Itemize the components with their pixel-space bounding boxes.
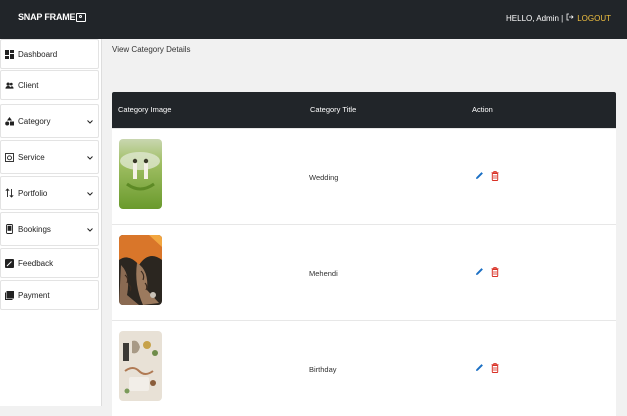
table-header: Category Image Category Title Action (112, 92, 616, 128)
category-title: Birthday (309, 365, 337, 374)
sidebar-item-feedback[interactable]: Feedback (0, 248, 99, 278)
sidebar-item-dashboard[interactable]: Dashboard (0, 39, 99, 69)
sidebar-item-label: Feedback (18, 258, 54, 268)
mehendi-photo (119, 235, 162, 305)
column-header-image: Category Image (118, 105, 172, 114)
sidebar-item-category[interactable]: Category (0, 104, 99, 138)
category-title: Mehendi (309, 269, 338, 278)
chevron-down-icon (87, 189, 93, 198)
column-header-title: Category Title (310, 105, 357, 114)
sidebar-item-payment[interactable]: Payment (0, 280, 99, 310)
feedback-icon (5, 258, 14, 268)
sidebar-item-label: Dashboard (18, 49, 58, 59)
category-table: Category Image Category Title Action Wed… (112, 92, 616, 416)
camera-icon (5, 152, 14, 162)
logout-link[interactable]: LOGOUT (577, 14, 611, 23)
chevron-down-icon (87, 153, 93, 162)
dashboard-icon (5, 49, 14, 59)
delete-icon[interactable] (491, 171, 499, 183)
edit-icon[interactable] (475, 267, 484, 278)
chevron-down-icon (87, 117, 93, 126)
table-row: Birthday (112, 320, 616, 416)
sidebar-item-label: Client (18, 80, 39, 90)
delete-icon[interactable] (491, 363, 499, 375)
sidebar-item-portfolio[interactable]: Portfolio (0, 176, 99, 210)
sort-arrows-icon (5, 188, 14, 198)
sidebar: Dashboard Client Category Service Portfo… (0, 39, 102, 406)
page-title: View Category Details (112, 45, 191, 54)
sidebar-item-service[interactable]: Service (0, 140, 99, 174)
greeting-text: HELLO, Admin | (506, 13, 564, 23)
user-greeting-area: HELLO, Admin | LOGOUT (506, 13, 611, 23)
wedding-photo (119, 139, 162, 209)
birthday-photo (119, 331, 162, 401)
category-title: Wedding (309, 173, 339, 182)
shapes-icon (5, 116, 14, 126)
brand-logo[interactable]: SNAP FRAME (18, 12, 87, 22)
edit-icon[interactable] (475, 171, 484, 182)
phone-icon (5, 224, 14, 234)
delete-icon[interactable] (491, 267, 499, 279)
column-header-action: Action (472, 105, 493, 114)
book-icon (5, 290, 14, 300)
edit-icon[interactable] (475, 363, 484, 374)
sidebar-item-bookings[interactable]: Bookings (0, 212, 99, 246)
sidebar-item-label: Service (18, 152, 45, 162)
sidebar-item-label: Payment (18, 290, 50, 300)
chevron-down-icon (87, 225, 93, 234)
users-icon (5, 81, 14, 90)
brand-name: SNAP FRAME (18, 12, 76, 22)
sidebar-item-label: Bookings (18, 224, 51, 234)
camera-logo-icon (76, 12, 87, 22)
table-row: Mehendi (112, 224, 616, 320)
sidebar-item-label: Portfolio (18, 188, 48, 198)
sidebar-item-client[interactable]: Client (0, 70, 99, 100)
logout-icon[interactable] (566, 13, 574, 23)
top-navbar: SNAP FRAME HELLO, Admin | LOGOUT (0, 0, 627, 39)
sidebar-item-label: Category (18, 116, 51, 126)
table-row: Wedding (112, 128, 616, 224)
